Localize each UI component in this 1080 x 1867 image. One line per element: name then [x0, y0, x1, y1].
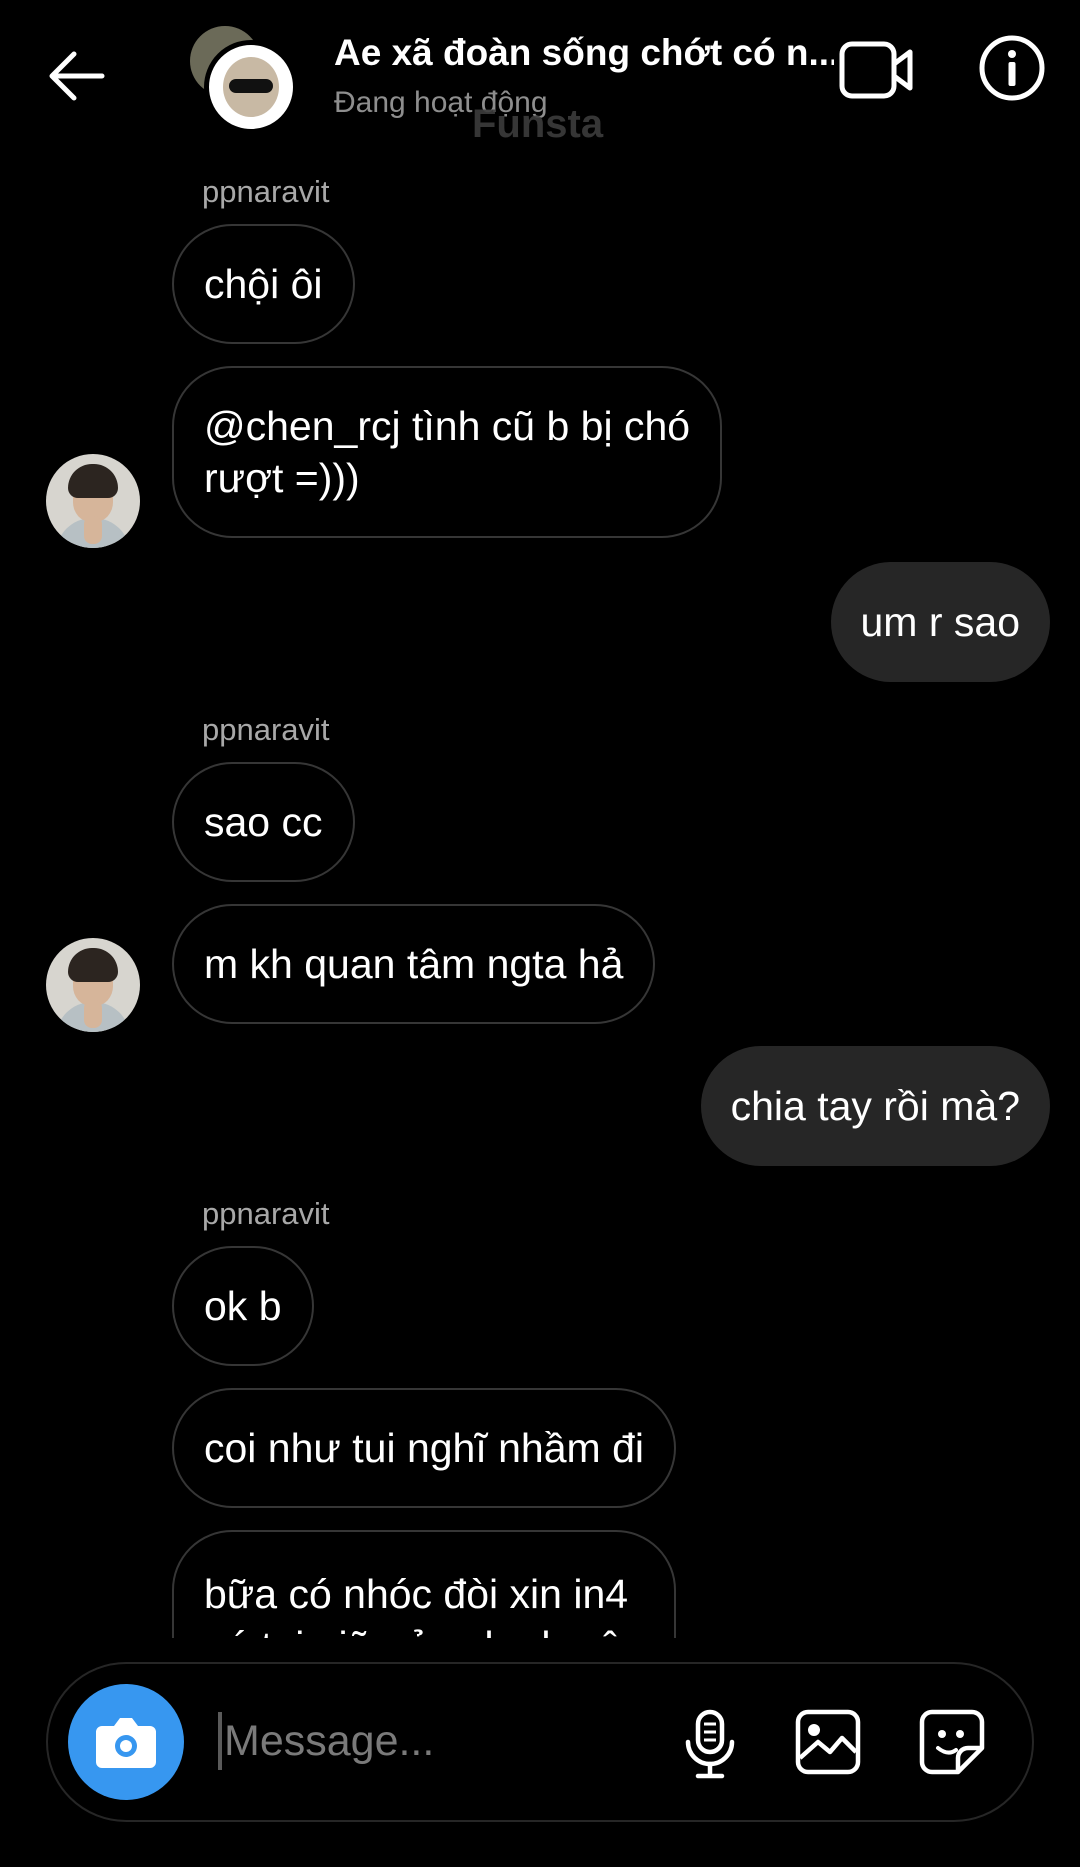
message-bubble-outgoing[interactable]: um r sao: [830, 562, 1050, 682]
microphone-icon: [685, 1709, 735, 1779]
message-bubble-incoming[interactable]: m kh quan tâm ngta hả: [172, 904, 656, 1024]
message-input[interactable]: [218, 1704, 664, 1778]
video-call-button[interactable]: [838, 38, 914, 102]
message-bubble-incoming[interactable]: coi như tui nghĩ nhầm đi: [172, 1388, 676, 1508]
group-avatar-front: [204, 40, 298, 134]
camera-icon: [96, 1718, 156, 1768]
voice-message-button[interactable]: [680, 1708, 740, 1780]
sender-name: ppnaravit: [202, 712, 330, 747]
back-button[interactable]: [44, 48, 110, 104]
message-bubble-incoming[interactable]: ok b: [172, 1246, 314, 1366]
message-bubble-incoming[interactable]: bữa có nhóc đòi xin in4 nó tui giữ của c…: [172, 1530, 677, 1638]
chat-header: Ae xã đoàn sống chớt có n... Đang hoạt đ…: [0, 0, 1080, 150]
message-bubble-incoming[interactable]: chội ôi: [172, 224, 355, 344]
sender-name: ppnaravit: [202, 174, 330, 209]
sender-name: ppnaravit: [202, 1196, 330, 1231]
video-call-icon: [839, 41, 913, 99]
group-avatar[interactable]: [190, 26, 298, 134]
sticker-icon: [919, 1709, 985, 1775]
message-bubble-outgoing[interactable]: chia tay rồi mà?: [700, 1046, 1050, 1166]
sender-avatar[interactable]: [46, 938, 140, 1032]
message-composer: [46, 1662, 1034, 1822]
chat-title[interactable]: Ae xã đoàn sống chớt có n...: [334, 32, 834, 74]
message-bubble-incoming[interactable]: @chen_rcj tình cũ b bị chó rượt =))): [172, 366, 723, 538]
camera-button[interactable]: [68, 1684, 184, 1800]
message-list[interactable]: ppnaravit chội ôi @chen_rcj tình cũ b bị…: [0, 150, 1080, 1638]
sticker-button[interactable]: [918, 1708, 986, 1776]
info-icon: [979, 35, 1045, 101]
info-button[interactable]: [978, 34, 1046, 102]
sender-avatar[interactable]: [46, 454, 140, 548]
gallery-button[interactable]: [794, 1708, 862, 1776]
arrow-left-icon: [49, 51, 105, 101]
watermark: Funsta: [472, 102, 604, 146]
message-bubble-incoming[interactable]: sao cc: [172, 762, 355, 882]
image-icon: [795, 1709, 861, 1775]
